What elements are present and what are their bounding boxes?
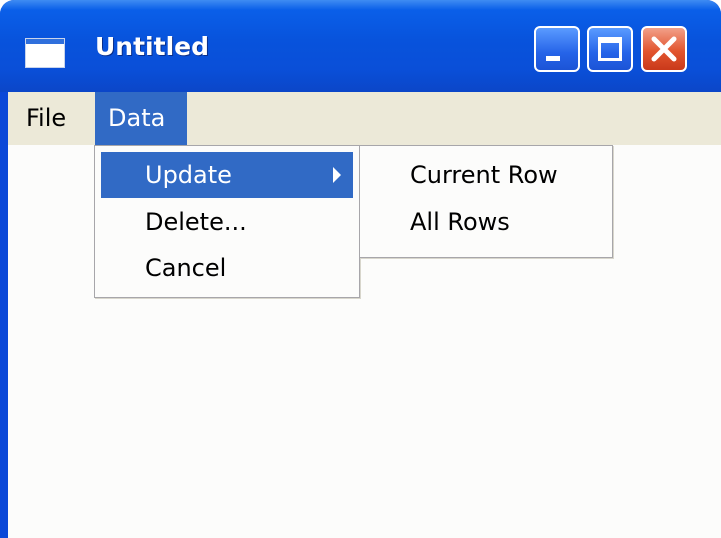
menu-item-label: Update (145, 161, 232, 189)
menu-data[interactable]: Data (95, 92, 187, 145)
menu-item-label: Current Row (410, 161, 558, 189)
close-icon (651, 36, 677, 62)
title-bar[interactable]: Untitled (0, 0, 721, 92)
menu-item-update[interactable]: Update (101, 152, 353, 198)
menu-item-cancel[interactable]: Cancel (101, 245, 353, 291)
minimize-button[interactable] (534, 26, 580, 72)
window-title: Untitled (95, 32, 209, 61)
menu-item-current-row[interactable]: Current Row (366, 152, 606, 198)
menu-file[interactable]: File (26, 92, 66, 145)
menu-item-label: Cancel (145, 254, 227, 282)
update-submenu: Current Row All Rows (359, 145, 613, 258)
window-icon[interactable] (25, 38, 65, 68)
submenu-arrow-icon (333, 167, 341, 183)
maximize-button[interactable] (587, 26, 633, 72)
menu-item-label: All Rows (410, 208, 510, 236)
data-dropdown-menu: Update Delete... Cancel (94, 145, 360, 298)
close-button[interactable] (641, 26, 687, 72)
menu-item-delete[interactable]: Delete... (101, 199, 353, 245)
menu-item-label: Delete... (145, 208, 247, 236)
maximize-icon (598, 37, 622, 61)
menu-item-all-rows[interactable]: All Rows (366, 199, 606, 245)
menu-bar: File Data (8, 92, 721, 145)
minimize-icon (546, 56, 560, 61)
